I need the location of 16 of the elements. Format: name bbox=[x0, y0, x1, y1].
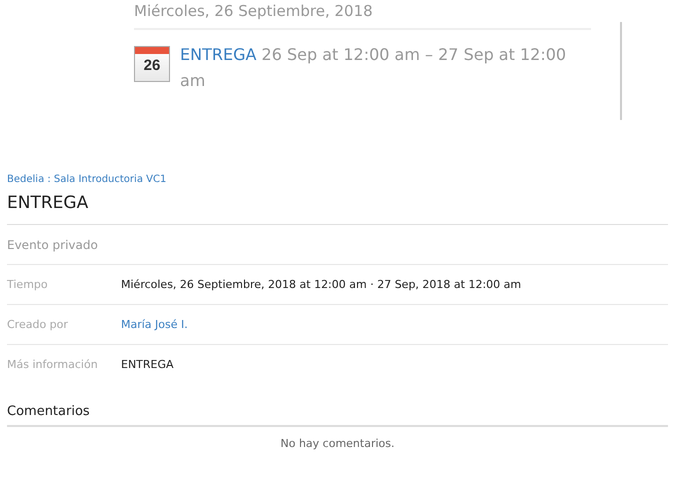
scrollbar[interactable] bbox=[620, 22, 622, 120]
day-heading: Miércoles, 26 Septiembre, 2018 bbox=[134, 2, 591, 30]
event-entry: ENTREGA 26 Sep at 12:00 am – 27 Sep at 12:00 am bbox=[180, 44, 568, 92]
privacy-label: Evento privado bbox=[7, 238, 98, 252]
detail-value: ENTREGA bbox=[121, 358, 174, 371]
empty-comments-text: No hay comentarios. bbox=[280, 437, 394, 450]
comments-heading: Comentarios bbox=[7, 384, 668, 427]
detail-label: Tiempo bbox=[7, 278, 49, 291]
event-title: ENTREGA bbox=[7, 186, 668, 225]
calendar-link[interactable]: Bedelia : Sala Introductoria VC1 bbox=[7, 174, 668, 186]
detail-label: Más información bbox=[7, 358, 99, 371]
creator-link[interactable]: María José I. bbox=[121, 318, 188, 331]
detail-label: Creado por bbox=[7, 318, 69, 331]
event-link[interactable]: ENTREGA bbox=[180, 45, 256, 64]
calendar-icon: 26 bbox=[134, 46, 170, 82]
detail-value: Miércoles, 26 Septiembre, 2018 at 12:00 am · 27 Sep, 2018 at 12:00 am bbox=[121, 278, 522, 291]
